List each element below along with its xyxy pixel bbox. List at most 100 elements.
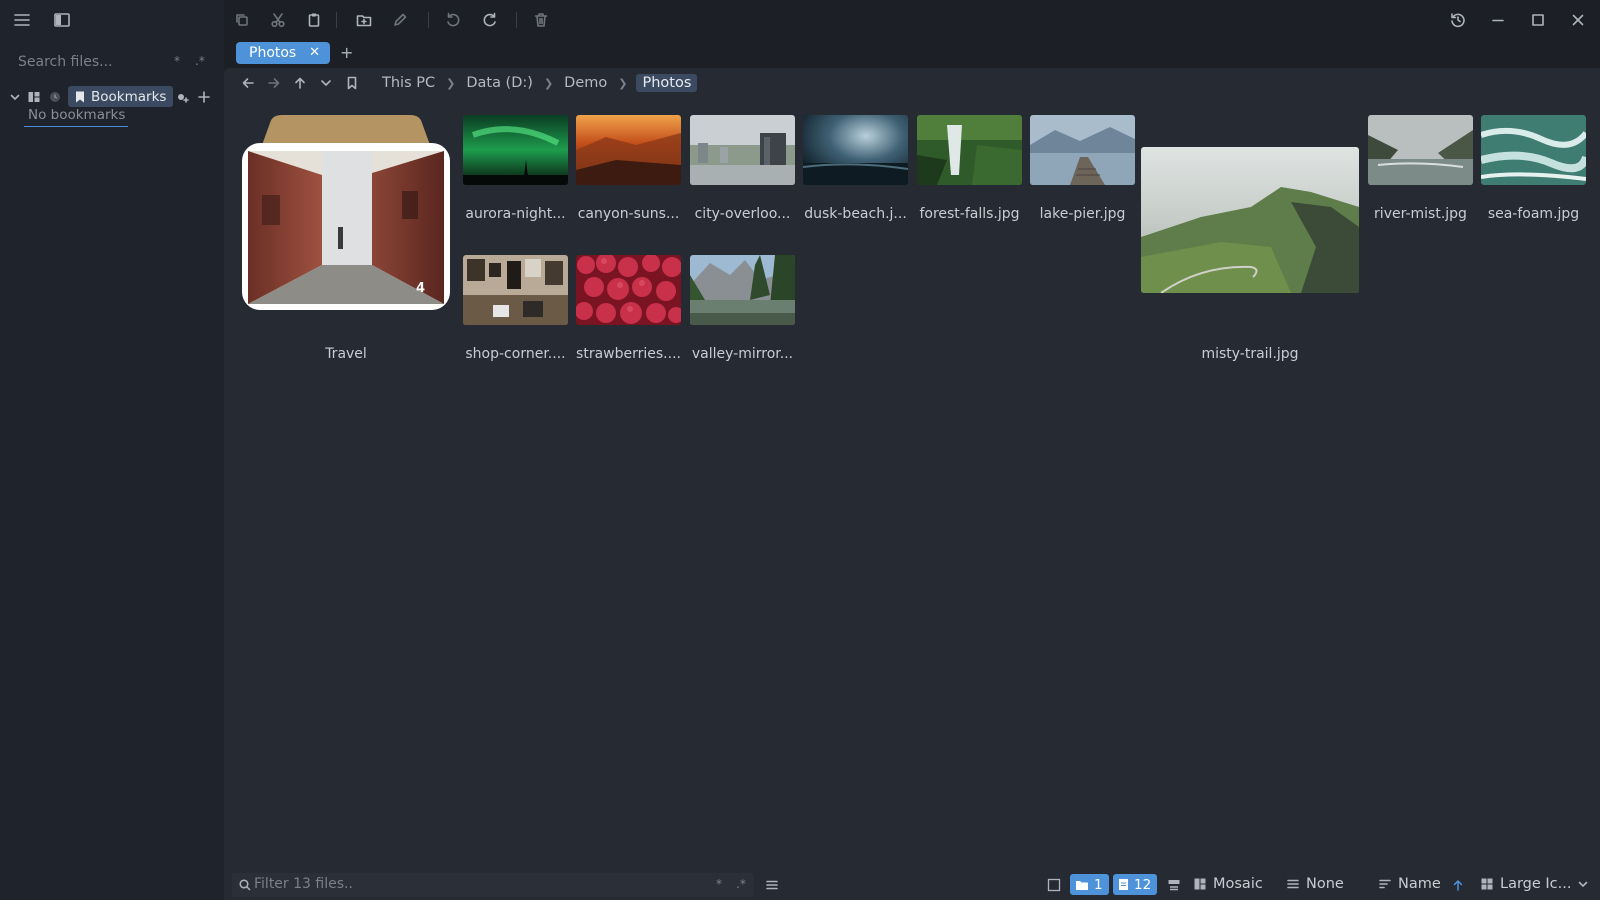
- file-label-misty-trail: misty-trail.jpg: [1201, 346, 1299, 362]
- thumb-valley-mirror[interactable]: [690, 255, 795, 325]
- minimize-icon[interactable]: [1486, 8, 1510, 32]
- search-input[interactable]: Search files... * .*: [18, 52, 208, 74]
- bookmarks-tab[interactable]: Bookmarks: [68, 86, 174, 107]
- tab-label: Photos: [249, 45, 297, 61]
- group-selector[interactable]: None: [1286, 872, 1344, 896]
- folder-count: 1: [1094, 876, 1103, 893]
- bookmarks-label: Bookmarks: [91, 88, 167, 105]
- add-bookmark-folder-icon[interactable]: [173, 85, 193, 109]
- grid-view-icon[interactable]: [25, 85, 43, 109]
- recent-icon[interactable]: [46, 85, 64, 109]
- search-icon: [239, 879, 251, 891]
- add-bookmark-icon[interactable]: [194, 85, 214, 109]
- breadcrumb: This PC ❯ Data (D:) ❯ Demo ❯ Photos: [380, 72, 698, 94]
- bookmark-icon: [76, 91, 84, 102]
- thumb-lake-pier[interactable]: [1030, 115, 1135, 185]
- history-dropdown-icon[interactable]: [314, 71, 338, 95]
- history-icon[interactable]: [1446, 8, 1470, 32]
- folder-icon: [1076, 880, 1088, 890]
- sort-ascending-icon[interactable]: [1446, 873, 1470, 897]
- tab-close-icon[interactable]: ✕: [309, 42, 320, 64]
- undo-icon[interactable]: [441, 8, 465, 32]
- preview-toggle-icon[interactable]: [1162, 873, 1186, 897]
- new-tab-button[interactable]: +: [340, 42, 353, 64]
- close-window-icon[interactable]: [1566, 8, 1590, 32]
- tab-photos[interactable]: Photos ✕: [236, 42, 330, 64]
- chevron-down-icon: [1579, 881, 1588, 887]
- sort-icon: [1379, 879, 1391, 889]
- file-count: 12: [1134, 876, 1152, 893]
- filter-input[interactable]: Filter 13 files.. * .*: [232, 873, 754, 897]
- thumb-dusk-beach[interactable]: [803, 115, 908, 185]
- layout-selector[interactable]: Mosaic: [1193, 872, 1263, 896]
- large-icons-icon: [1481, 878, 1493, 890]
- list-options-icon[interactable]: [760, 873, 784, 897]
- chevron-right-icon: ❯: [543, 76, 554, 90]
- file-label-dusk-beach: dusk-beach.j...: [804, 206, 907, 222]
- menu-icon[interactable]: [10, 8, 34, 32]
- thumb-city-overlook[interactable]: [690, 115, 795, 185]
- forward-icon[interactable]: [262, 71, 286, 95]
- wildcard-toggle[interactable]: *: [174, 54, 180, 68]
- filter-regex-toggle[interactable]: .*: [736, 877, 746, 891]
- file-label-strawberries: strawberries....: [576, 346, 681, 362]
- chevron-down-icon[interactable]: [6, 85, 24, 109]
- back-icon[interactable]: [236, 71, 260, 95]
- thumb-canyon-sunset[interactable]: [576, 115, 681, 185]
- bookmark-location-icon[interactable]: [340, 71, 364, 95]
- files-count-chip[interactable]: 12: [1113, 874, 1158, 895]
- filter-placeholder: Filter 13 files..: [254, 876, 353, 892]
- thumb-sea-foam[interactable]: [1481, 115, 1586, 185]
- chevron-right-icon: ❯: [618, 76, 628, 90]
- select-all-checkbox[interactable]: [1042, 873, 1066, 897]
- file-label-forest-falls: forest-falls.jpg: [919, 206, 1020, 222]
- redo-icon[interactable]: [478, 8, 502, 32]
- view-mode-label: Large Ic...: [1500, 876, 1572, 892]
- thumb-aurora-night[interactable]: [463, 115, 568, 185]
- breadcrumb-demo[interactable]: Demo: [562, 75, 609, 91]
- folder-label-travel: Travel: [325, 346, 367, 362]
- breadcrumb-data-drive[interactable]: Data (D:): [464, 75, 535, 91]
- sort-label: Name: [1398, 876, 1441, 892]
- file-icon: [1119, 879, 1128, 890]
- sort-selector[interactable]: Name: [1378, 872, 1441, 896]
- copy-icon[interactable]: [230, 8, 254, 32]
- bookmarks-empty-text: No bookmarks: [28, 107, 126, 123]
- file-label-canyon-sunset: canyon-suns...: [577, 206, 680, 222]
- breadcrumb-this-pc[interactable]: This PC: [380, 75, 437, 91]
- folder-tile-travel[interactable]: 4: [242, 115, 450, 310]
- file-label-aurora-night: aurora-night...: [465, 206, 566, 222]
- paste-icon[interactable]: [302, 8, 326, 32]
- thumb-strawberries[interactable]: [576, 255, 681, 325]
- delete-icon[interactable]: [529, 8, 553, 32]
- view-mode-selector[interactable]: Large Ic...: [1480, 872, 1589, 896]
- toolbar-divider: [428, 12, 429, 28]
- up-icon[interactable]: [288, 71, 312, 95]
- new-folder-icon[interactable]: [352, 8, 376, 32]
- thumb-river-mist[interactable]: [1368, 115, 1473, 185]
- group-label: None: [1306, 876, 1344, 892]
- thumb-forest-falls[interactable]: [917, 115, 1022, 185]
- cut-icon[interactable]: [266, 8, 290, 32]
- search-placeholder: Search files...: [18, 54, 113, 70]
- thumb-shop-corner[interactable]: [463, 255, 568, 325]
- regex-toggle[interactable]: .*: [195, 54, 205, 68]
- toolbar-divider: [516, 12, 517, 28]
- file-label-river-mist: river-mist.jpg: [1374, 206, 1467, 222]
- folder-item-count: 4: [416, 281, 426, 296]
- sidebar-toggle-icon[interactable]: [50, 8, 74, 32]
- thumb-misty-trail[interactable]: [1141, 147, 1359, 293]
- file-label-valley-mirror: valley-mirror...: [691, 346, 794, 362]
- selection-underline: [24, 126, 128, 127]
- breadcrumb-photos[interactable]: Photos: [636, 74, 698, 92]
- layout-label: Mosaic: [1213, 876, 1263, 892]
- mosaic-icon: [1194, 878, 1206, 890]
- group-icon: [1287, 879, 1299, 889]
- folders-count-chip[interactable]: 1: [1070, 874, 1109, 895]
- file-label-city-overlook: city-overloo...: [694, 206, 791, 222]
- maximize-icon[interactable]: [1526, 8, 1550, 32]
- sidebar: Search files... * .* Bookmarks No bookma…: [0, 0, 224, 900]
- filter-wildcard-toggle[interactable]: *: [716, 877, 722, 891]
- rename-icon[interactable]: [388, 8, 412, 32]
- toolbar-divider: [336, 12, 337, 28]
